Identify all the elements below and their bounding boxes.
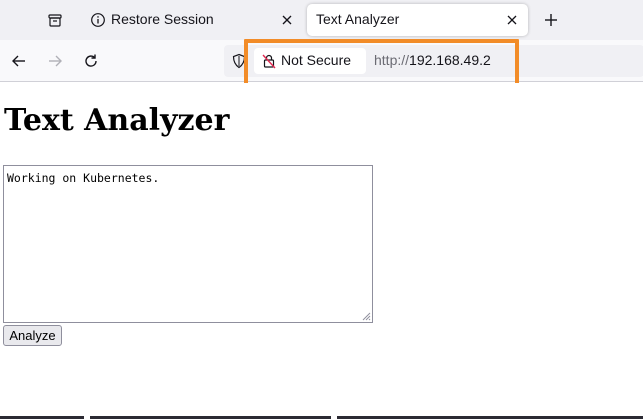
resize-grip-icon[interactable]: [361, 311, 371, 321]
plus-icon: [545, 14, 557, 26]
tab-list-icon: [48, 14, 62, 27]
tab-title: Text Analyzer: [316, 11, 400, 27]
back-button[interactable]: [7, 49, 31, 73]
close-tab-button[interactable]: [279, 12, 295, 28]
tab-title: Restore Session: [111, 11, 214, 27]
new-tab-button[interactable]: [539, 8, 563, 32]
page-content: Text Analyzer Working on Kubernetes. Ana…: [0, 83, 643, 419]
forward-button[interactable]: [43, 49, 67, 73]
page-title: Text Analyzer: [4, 103, 230, 138]
analyze-button[interactable]: Analyze: [3, 325, 62, 346]
info-icon: [91, 13, 105, 27]
close-tab-button[interactable]: [504, 12, 520, 28]
text-input-area[interactable]: Working on Kubernetes.: [3, 165, 373, 323]
arrow-left-icon: [12, 55, 25, 67]
reload-button[interactable]: [79, 49, 103, 73]
tab-list-button[interactable]: [42, 7, 68, 33]
tab-restore-session[interactable]: Restore Session: [80, 4, 303, 36]
tab-text-analyzer[interactable]: Text Analyzer: [307, 4, 528, 36]
reload-icon: [85, 54, 97, 67]
arrow-right-icon: [49, 55, 62, 67]
close-icon: [507, 15, 517, 25]
tab-strip: Restore Session Text Analyzer: [0, 0, 643, 40]
close-icon: [282, 15, 292, 25]
